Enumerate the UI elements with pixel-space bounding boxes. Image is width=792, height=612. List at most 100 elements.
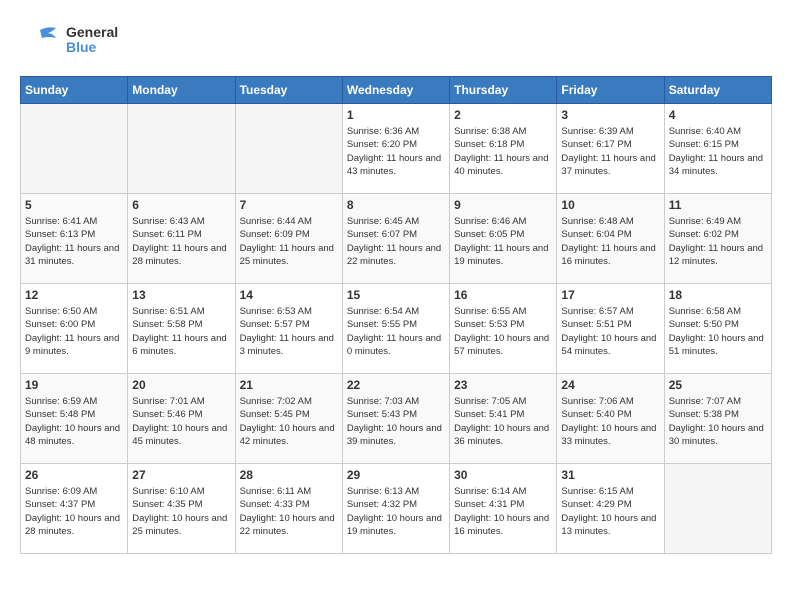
day-number: 24 bbox=[561, 378, 659, 392]
calendar-cell: 2 Sunrise: 6:38 AMSunset: 6:18 PMDaylight… bbox=[450, 104, 557, 194]
calendar-cell: 8 Sunrise: 6:45 AMSunset: 6:07 PMDaylight… bbox=[342, 194, 449, 284]
day-number: 22 bbox=[347, 378, 445, 392]
day-number: 18 bbox=[669, 288, 767, 302]
day-number: 3 bbox=[561, 108, 659, 122]
week-row-3: 12Sunrise: 6:50 AMSunset: 6:00 PMDayligh… bbox=[21, 284, 772, 374]
day-info: Sunrise: 6:44 AMSunset: 6:09 PMDaylight:… bbox=[240, 215, 338, 268]
calendar-table: SundayMondayTuesdayWednesdayThursdayFrid… bbox=[20, 76, 772, 554]
day-info: Sunrise: 6:14 AMSunset: 4:31 PMDaylight:… bbox=[454, 485, 552, 538]
day-number: 15 bbox=[347, 288, 445, 302]
calendar-cell: 21 Sunrise: 7:02 AMSunset: 5:45 PMDayligh… bbox=[235, 374, 342, 464]
col-header-thursday: Thursday bbox=[450, 77, 557, 104]
day-number: 4 bbox=[669, 108, 767, 122]
day-number: 20 bbox=[132, 378, 230, 392]
logo-bird-icon bbox=[20, 20, 60, 60]
day-number: 8 bbox=[347, 198, 445, 212]
day-number: 26 bbox=[25, 468, 123, 482]
calendar-cell: 5 Sunrise: 6:41 AMSunset: 6:13 PMDaylight… bbox=[21, 194, 128, 284]
day-number: 11 bbox=[669, 198, 767, 212]
day-info: Sunrise: 6:40 AMSunset: 6:15 PMDaylight:… bbox=[669, 125, 767, 178]
day-info: Sunrise: 7:02 AMSunset: 5:45 PMDaylight:… bbox=[240, 395, 338, 448]
calendar-cell: 23Sunrise: 7:05 AMSunset: 5:41 PMDayligh… bbox=[450, 374, 557, 464]
day-info: Sunrise: 6:11 AMSunset: 4:33 PMDaylight:… bbox=[240, 485, 338, 538]
calendar-cell: 27 Sunrise: 6:10 AMSunset: 4:35 PMDayligh… bbox=[128, 464, 235, 554]
calendar-cell: 30 Sunrise: 6:14 AMSunset: 4:31 PMDayligh… bbox=[450, 464, 557, 554]
day-number: 25 bbox=[669, 378, 767, 392]
calendar-cell: 9 Sunrise: 6:46 AMSunset: 6:05 PMDaylight… bbox=[450, 194, 557, 284]
calendar-cell: 31 Sunrise: 6:15 AMSunset: 4:29 PMDayligh… bbox=[557, 464, 664, 554]
day-info: Sunrise: 6:55 AMSunset: 5:53 PMDaylight:… bbox=[454, 305, 552, 358]
calendar-cell: 12Sunrise: 6:50 AMSunset: 6:00 PMDayligh… bbox=[21, 284, 128, 374]
calendar-cell: 4 Sunrise: 6:40 AMSunset: 6:15 PMDaylight… bbox=[664, 104, 771, 194]
header-row: SundayMondayTuesdayWednesdayThursdayFrid… bbox=[21, 77, 772, 104]
day-info: Sunrise: 6:58 AMSunset: 5:50 PMDaylight:… bbox=[669, 305, 767, 358]
day-info: Sunrise: 7:06 AMSunset: 5:40 PMDaylight:… bbox=[561, 395, 659, 448]
col-header-wednesday: Wednesday bbox=[342, 77, 449, 104]
day-number: 28 bbox=[240, 468, 338, 482]
day-info: Sunrise: 6:43 AMSunset: 6:11 PMDaylight:… bbox=[132, 215, 230, 268]
col-header-sunday: Sunday bbox=[21, 77, 128, 104]
day-info: Sunrise: 6:53 AMSunset: 5:57 PMDaylight:… bbox=[240, 305, 338, 358]
day-info: Sunrise: 6:59 AMSunset: 5:48 PMDaylight:… bbox=[25, 395, 123, 448]
day-number: 27 bbox=[132, 468, 230, 482]
calendar-cell bbox=[128, 104, 235, 194]
calendar-cell bbox=[664, 464, 771, 554]
day-number: 21 bbox=[240, 378, 338, 392]
day-info: Sunrise: 6:46 AMSunset: 6:05 PMDaylight:… bbox=[454, 215, 552, 268]
day-number: 23 bbox=[454, 378, 552, 392]
calendar-cell: 15 Sunrise: 6:54 AMSunset: 5:55 PMDayligh… bbox=[342, 284, 449, 374]
week-row-5: 26Sunrise: 6:09 AMSunset: 4:37 PMDayligh… bbox=[21, 464, 772, 554]
day-info: Sunrise: 6:15 AMSunset: 4:29 PMDaylight:… bbox=[561, 485, 659, 538]
col-header-monday: Monday bbox=[128, 77, 235, 104]
calendar-cell: 26Sunrise: 6:09 AMSunset: 4:37 PMDayligh… bbox=[21, 464, 128, 554]
day-info: Sunrise: 6:13 AMSunset: 4:32 PMDaylight:… bbox=[347, 485, 445, 538]
day-number: 7 bbox=[240, 198, 338, 212]
day-number: 5 bbox=[25, 198, 123, 212]
logo-blue: Blue bbox=[66, 40, 118, 55]
calendar-cell: 28 Sunrise: 6:11 AMSunset: 4:33 PMDayligh… bbox=[235, 464, 342, 554]
calendar-cell: 10Sunrise: 6:48 AMSunset: 6:04 PMDayligh… bbox=[557, 194, 664, 284]
day-info: Sunrise: 6:45 AMSunset: 6:07 PMDaylight:… bbox=[347, 215, 445, 268]
col-header-saturday: Saturday bbox=[664, 77, 771, 104]
day-number: 31 bbox=[561, 468, 659, 482]
week-row-2: 5 Sunrise: 6:41 AMSunset: 6:13 PMDaylight… bbox=[21, 194, 772, 284]
calendar-cell: 16 Sunrise: 6:55 AMSunset: 5:53 PMDayligh… bbox=[450, 284, 557, 374]
day-info: Sunrise: 6:51 AMSunset: 5:58 PMDaylight:… bbox=[132, 305, 230, 358]
calendar-cell: 17Sunrise: 6:57 AMSunset: 5:51 PMDayligh… bbox=[557, 284, 664, 374]
calendar-cell: 18 Sunrise: 6:58 AMSunset: 5:50 PMDayligh… bbox=[664, 284, 771, 374]
day-info: Sunrise: 6:10 AMSunset: 4:35 PMDaylight:… bbox=[132, 485, 230, 538]
day-number: 13 bbox=[132, 288, 230, 302]
day-info: Sunrise: 6:38 AMSunset: 6:18 PMDaylight:… bbox=[454, 125, 552, 178]
day-info: Sunrise: 6:39 AMSunset: 6:17 PMDaylight:… bbox=[561, 125, 659, 178]
day-number: 6 bbox=[132, 198, 230, 212]
day-number: 9 bbox=[454, 198, 552, 212]
col-header-tuesday: Tuesday bbox=[235, 77, 342, 104]
day-info: Sunrise: 6:54 AMSunset: 5:55 PMDaylight:… bbox=[347, 305, 445, 358]
calendar-cell: 1Sunrise: 6:36 AMSunset: 6:20 PMDaylight… bbox=[342, 104, 449, 194]
day-info: Sunrise: 6:57 AMSunset: 5:51 PMDaylight:… bbox=[561, 305, 659, 358]
calendar-cell: 22Sunrise: 7:03 AMSunset: 5:43 PMDayligh… bbox=[342, 374, 449, 464]
day-info: Sunrise: 6:41 AMSunset: 6:13 PMDaylight:… bbox=[25, 215, 123, 268]
day-info: Sunrise: 7:07 AMSunset: 5:38 PMDaylight:… bbox=[669, 395, 767, 448]
logo: General Blue bbox=[20, 20, 118, 60]
calendar-cell: 3 Sunrise: 6:39 AMSunset: 6:17 PMDaylight… bbox=[557, 104, 664, 194]
day-info: Sunrise: 6:48 AMSunset: 6:04 PMDaylight:… bbox=[561, 215, 659, 268]
calendar-cell: 14 Sunrise: 6:53 AMSunset: 5:57 PMDayligh… bbox=[235, 284, 342, 374]
calendar-cell: 6 Sunrise: 6:43 AMSunset: 6:11 PMDaylight… bbox=[128, 194, 235, 284]
calendar-cell: 11Sunrise: 6:49 AMSunset: 6:02 PMDayligh… bbox=[664, 194, 771, 284]
calendar-cell: 29Sunrise: 6:13 AMSunset: 4:32 PMDayligh… bbox=[342, 464, 449, 554]
day-number: 30 bbox=[454, 468, 552, 482]
day-number: 14 bbox=[240, 288, 338, 302]
logo-general: General bbox=[66, 25, 118, 40]
day-info: Sunrise: 6:50 AMSunset: 6:00 PMDaylight:… bbox=[25, 305, 123, 358]
calendar-cell: 20 Sunrise: 7:01 AMSunset: 5:46 PMDayligh… bbox=[128, 374, 235, 464]
week-row-4: 19 Sunrise: 6:59 AMSunset: 5:48 PMDayligh… bbox=[21, 374, 772, 464]
day-number: 2 bbox=[454, 108, 552, 122]
calendar-cell: 7 Sunrise: 6:44 AMSunset: 6:09 PMDaylight… bbox=[235, 194, 342, 284]
col-header-friday: Friday bbox=[557, 77, 664, 104]
day-number: 16 bbox=[454, 288, 552, 302]
day-number: 19 bbox=[25, 378, 123, 392]
day-info: Sunrise: 7:01 AMSunset: 5:46 PMDaylight:… bbox=[132, 395, 230, 448]
day-info: Sunrise: 6:36 AMSunset: 6:20 PMDaylight:… bbox=[347, 125, 445, 178]
calendar-cell: 24 Sunrise: 7:06 AMSunset: 5:40 PMDayligh… bbox=[557, 374, 664, 464]
